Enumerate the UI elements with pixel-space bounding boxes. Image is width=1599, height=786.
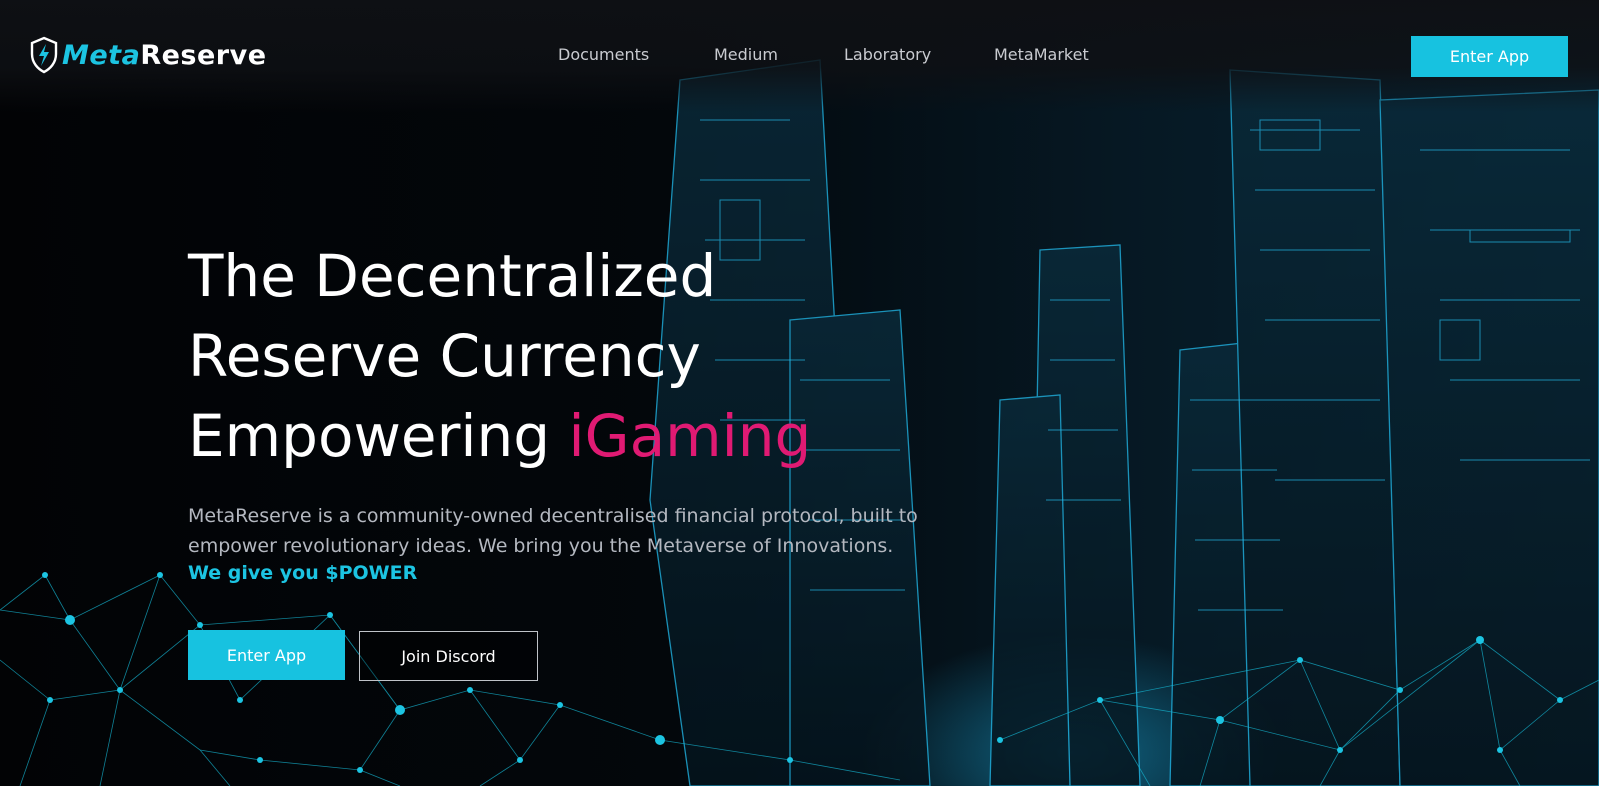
hero-title-line1: The Decentralized — [188, 242, 717, 310]
nav-item-documents[interactable]: Documents — [558, 45, 649, 64]
hero-description: MetaReserve is a community-owned decentr… — [188, 505, 918, 557]
join-discord-button[interactable]: Join Discord — [359, 631, 538, 681]
enter-app-button[interactable]: Enter App — [188, 630, 345, 680]
hero-title-line3: Empowering — [188, 402, 569, 470]
header-enter-app-button[interactable]: Enter App — [1411, 36, 1568, 77]
hero-tagline: We give you $POWER — [188, 562, 418, 584]
nav-item-metamarket[interactable]: MetaMarket — [994, 45, 1089, 64]
shield-lightning-icon — [30, 36, 58, 74]
hero-title-highlight: iGaming — [568, 402, 812, 470]
nav-item-medium[interactable]: Medium — [714, 45, 778, 64]
hero-title: The Decentralized Reserve Currency Empow… — [188, 236, 1008, 476]
brand-name-reserve: Reserve — [140, 39, 267, 71]
brand-logo[interactable]: MetaReserve — [30, 34, 267, 76]
hero-title-line2: Reserve Currency — [188, 322, 701, 390]
brand-name: MetaReserve — [62, 40, 267, 71]
brand-name-meta: Meta — [62, 39, 141, 71]
nav-item-laboratory[interactable]: Laboratory — [844, 45, 931, 64]
